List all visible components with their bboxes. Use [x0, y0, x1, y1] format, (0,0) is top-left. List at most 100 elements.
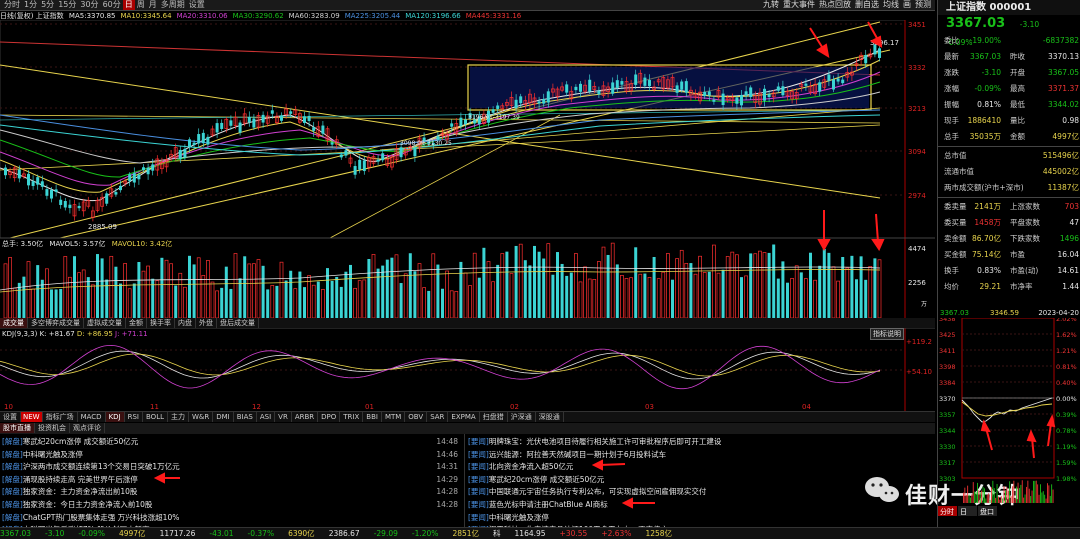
indicator-tab-8[interactable]: W&R: [189, 412, 214, 422]
price-tick-1: 3451: [908, 21, 926, 29]
toolbar-item-5[interactable]: 画: [901, 0, 913, 10]
kdj-d: D: +86.95: [76, 330, 113, 338]
period-tab-5[interactable]: 60分: [101, 0, 123, 10]
vol-unit: 万: [921, 301, 927, 308]
indicator-tab-18[interactable]: OBV: [405, 412, 428, 422]
volume-type-5[interactable]: 内盘: [175, 318, 196, 328]
period-tab-10[interactable]: 设置: [187, 0, 207, 10]
indicator-tab-4[interactable]: KDJ: [105, 412, 125, 422]
intraday-mini-panel: 3367.03 3346.59 2023-04-20 3438 2.02% 3425…: [937, 308, 1080, 527]
period-tab-3[interactable]: 15分: [56, 0, 78, 10]
toolbar-item-0[interactable]: 九转: [761, 0, 781, 10]
mini-tab-2[interactable]: 盘口: [980, 507, 994, 516]
period-tab-9[interactable]: 多周期: [159, 0, 187, 10]
wechat-icon: [865, 477, 899, 502]
quote-label-2: 最低: [1010, 100, 1025, 109]
mini-y-left: 3411: [939, 347, 956, 355]
mini-y-right: 1.59%: [1056, 459, 1077, 467]
indicator-tab-2[interactable]: 指标广场: [43, 412, 78, 422]
volume-type-7[interactable]: 盘后成交量: [217, 318, 259, 328]
period-tab-6[interactable]: 日: [122, 0, 135, 10]
period-tab-0[interactable]: 分时: [2, 0, 22, 10]
gap-label-2: 3098.09-3130.25: [400, 140, 452, 147]
toolbar-item-3[interactable]: 删自选: [853, 0, 881, 10]
indicator-tab-19[interactable]: SAR: [427, 412, 449, 422]
status-item: 6390亿: [288, 529, 315, 538]
period-tab-8[interactable]: 月: [147, 0, 159, 10]
ma-key: MA445:: [465, 12, 493, 20]
quote-row: 委买量 1458万 平盘家数 47: [938, 215, 1080, 231]
quote-row: 最新 3367.03 昨收 3370.13: [938, 49, 1080, 65]
volume-type-1[interactable]: 多空博弈成交量: [28, 318, 84, 328]
period-tab-2[interactable]: 5分: [39, 0, 56, 10]
news-tab-2[interactable]: 观点评论: [70, 423, 105, 433]
quote-label: 振幅: [944, 100, 959, 109]
volume-type-3[interactable]: 金额: [126, 318, 147, 328]
quote-row: 现手 1886410 量比 0.98: [938, 113, 1080, 129]
indicator-tab-3[interactable]: MACD: [78, 412, 106, 422]
quote-value: 1886410: [967, 116, 1001, 125]
volume-total: 总手: 3.50亿: [2, 240, 44, 248]
ma-item-4: MA60:3283.09: [289, 12, 340, 20]
x-tick-jan: 01: [365, 403, 374, 411]
quote-row: 换手 0.83% 市盈(动) 14.61: [938, 263, 1080, 279]
ma-key: MA60:: [288, 12, 311, 20]
indicator-tab-17[interactable]: MTM: [382, 412, 406, 422]
red-arrows-volume: [817, 210, 885, 252]
toolbar-item-6[interactable]: 预测: [913, 0, 933, 10]
indicator-tab-11[interactable]: ASI: [257, 412, 276, 422]
volume-type-buttons: 成交量 多空博弈成交量 虚拟成交量 金额 换手率 内盘 外盘 盘后成交量: [0, 318, 935, 328]
x-tick-mar: 03: [645, 403, 654, 411]
quote-label: 换手: [944, 266, 959, 275]
indicator-tab-6[interactable]: BOLL: [143, 412, 168, 422]
volume-type-0[interactable]: 成交量: [0, 318, 28, 328]
toolbar-item-4[interactable]: 均线: [881, 0, 901, 10]
volume-type-4[interactable]: 换手率: [147, 318, 175, 328]
status-item: 1164.95: [514, 529, 546, 538]
status-item: -43.01: [209, 529, 234, 538]
period-tab-7[interactable]: 周: [135, 0, 147, 10]
quote-row: 涨幅 -0.09% 最高 3371.37: [938, 81, 1080, 97]
volume-bars: [3, 242, 882, 319]
toolbar-item-1[interactable]: 重大事件: [781, 0, 817, 10]
period-tab-4[interactable]: 30分: [78, 0, 100, 10]
mini-y-left: 3370: [939, 395, 956, 403]
indicator-tab-9[interactable]: DMI: [213, 412, 234, 422]
quote-label-2: 昨收: [1010, 52, 1025, 61]
quote-rows: 委比 -19.00% -6837382 最新 3367.03 昨收 3370.13 涨跌 -3.…: [938, 33, 1080, 295]
market-status-bar: 3367.03 -3.10 -0.09% 4997亿 11717.26 -43.01 -0.…: [0, 527, 1080, 539]
mini-tab-0[interactable]: 分时: [940, 507, 954, 516]
quote-row: 涨跌 -3.10 开盘 3367.05: [938, 65, 1080, 81]
indicator-tab-12[interactable]: VR: [275, 412, 292, 422]
mavol10: MAVOL10: 3.42亿: [111, 240, 173, 248]
indicator-tab-20[interactable]: EXPMA: [448, 412, 480, 422]
indicator-tab-10[interactable]: BIAS: [234, 412, 257, 422]
indicator-tab-23[interactable]: 深股通: [536, 412, 564, 422]
indicator-tab-14[interactable]: DPO: [318, 412, 341, 422]
toolbar-item-2[interactable]: 热点回放: [817, 0, 853, 10]
quote-value-2: 703: [1064, 202, 1079, 211]
volume-type-2[interactable]: 虚拟成交量: [84, 318, 126, 328]
news-tab-1[interactable]: 投资机会: [35, 423, 70, 433]
status-item: 2386.67: [328, 529, 360, 538]
indicator-explain-button[interactable]: 指标说明: [870, 328, 904, 340]
indicator-tab-0[interactable]: 设置: [0, 412, 21, 422]
mini-tab-1[interactable]: 日: [960, 508, 967, 516]
indicator-tab-22[interactable]: 沪深通: [508, 412, 536, 422]
mini-y-left: 3317: [939, 459, 956, 467]
quote-value: -3.10: [981, 68, 1001, 77]
indicator-tab-16[interactable]: BBI: [363, 412, 382, 422]
indicator-tab-13[interactable]: ARBR: [292, 412, 319, 422]
volume-type-6[interactable]: 外盘: [196, 318, 217, 328]
ma-value: 3283.09: [310, 12, 340, 20]
period-tab-1[interactable]: 1分: [22, 0, 39, 10]
intraday-chart[interactable]: 3438 2.02% 3425 1.62% 3411 1.21% 3398 0.81% 3384…: [938, 315, 1080, 516]
quote-label: 最新: [944, 52, 959, 61]
indicator-tab-5[interactable]: RSI: [125, 412, 143, 422]
indicator-tab-1[interactable]: NEW: [21, 412, 43, 422]
indicator-tab-7[interactable]: 主力: [168, 412, 189, 422]
news-tab-0[interactable]: 股市直播: [0, 423, 35, 433]
ma-item-1: MA10:3345.64: [121, 12, 172, 20]
indicator-tab-15[interactable]: TRIX: [340, 412, 364, 422]
indicator-tab-21[interactable]: 扫盘猎: [480, 412, 508, 422]
